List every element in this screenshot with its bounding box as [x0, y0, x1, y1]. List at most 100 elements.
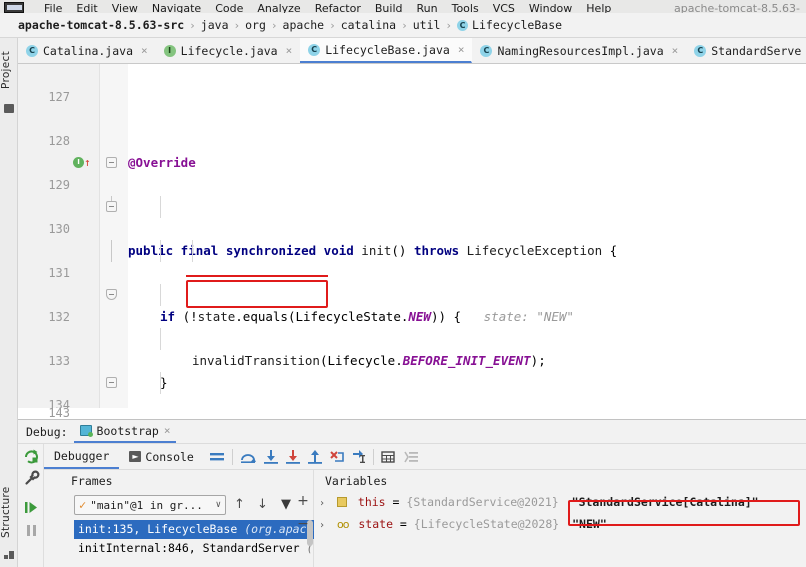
- code-line[interactable]: 128 @Override: [18, 108, 806, 170]
- debug-tab-strip[interactable]: Debugger ► Console: [44, 444, 806, 470]
- frames-panel[interactable]: Frames ✓ "main"@1 in gr... ∨ ↑ ↓ ▼ init:…: [44, 470, 314, 567]
- drop-frame-icon[interactable]: [329, 449, 345, 465]
- menu-item-edit[interactable]: Edit: [76, 2, 97, 13]
- variable-equals: =: [393, 517, 414, 531]
- breadcrumb-item-org[interactable]: org: [245, 18, 266, 32]
- class-icon: C: [694, 44, 707, 57]
- tab-lifecycle-java[interactable]: I Lifecycle.java ×: [156, 38, 301, 63]
- run-to-cursor-icon[interactable]: [351, 449, 367, 465]
- code-content[interactable]: 127 128 @Override 129 I ↑ public final s…: [18, 64, 806, 419]
- menu-item-code[interactable]: Code: [215, 2, 243, 13]
- toolbar-separator: [372, 448, 374, 465]
- menu-bar[interactable]: File Edit View Navigate Code Analyze Ref…: [0, 0, 806, 13]
- settings-gear-icon[interactable]: [23, 470, 40, 487]
- resume-program-icon[interactable]: [23, 499, 40, 516]
- force-step-into-icon[interactable]: [285, 449, 301, 465]
- breadcrumb-separator-icon: ›: [233, 18, 241, 32]
- variable-row-this[interactable]: › this = {StandardService@2021} "Standar…: [319, 492, 759, 512]
- rerun-icon[interactable]: [23, 448, 40, 465]
- remove-watch-button[interactable]: −: [295, 516, 311, 532]
- variable-row-state[interactable]: › oo state = {LifecycleState@2028} "NEW": [319, 514, 607, 534]
- breadcrumb-root[interactable]: apache-tomcat-8.5.63-src: [18, 18, 184, 32]
- left-tool-strip[interactable]: Project Structure: [0, 38, 18, 567]
- code-text[interactable]: invalidTransition(Lifecycle.BEFORE_INIT_…: [192, 350, 546, 372]
- frames-down-arrow-icon[interactable]: ↓: [257, 497, 268, 512]
- menu-item-window[interactable]: Window: [529, 2, 572, 13]
- breadcrumb[interactable]: apache-tomcat-8.5.63-src › java › org › …: [0, 13, 806, 38]
- menu-item-vcs[interactable]: VCS: [493, 2, 515, 13]
- folder-icon[interactable]: [4, 104, 14, 113]
- menu-item-tools[interactable]: Tools: [452, 2, 479, 13]
- frame-item[interactable]: initInternal:846, StandardServer (o: [74, 539, 314, 558]
- code-text[interactable]: if (!state.equals(LifecycleState.NEW)) {…: [160, 306, 574, 328]
- class-icon: C: [457, 19, 469, 31]
- step-into-icon[interactable]: [263, 449, 279, 465]
- fold-marker-icon[interactable]: [106, 201, 117, 212]
- fold-end-marker-icon[interactable]: [106, 289, 117, 300]
- variable-reference: {LifecycleState@2028}: [413, 517, 560, 531]
- chevron-right-icon[interactable]: ›: [319, 520, 325, 531]
- thread-selector[interactable]: ✓ "main"@1 in gr... ∨: [74, 495, 226, 515]
- pause-program-icon[interactable]: [23, 522, 40, 539]
- variable-name: state: [358, 517, 393, 531]
- code-line[interactable]: 127: [18, 64, 806, 104]
- run-configuration-tab[interactable]: Bootstrap ×: [73, 420, 177, 443]
- breadcrumb-item-catalina[interactable]: catalina: [341, 18, 396, 32]
- code-line[interactable]: 134 try {: [18, 372, 806, 412]
- frames-filter-icon[interactable]: ▼: [281, 497, 291, 512]
- close-icon[interactable]: ×: [164, 424, 171, 437]
- close-icon[interactable]: ×: [458, 43, 465, 56]
- code-line[interactable]: 130 if (!state.equals(LifecycleState.NEW…: [18, 196, 806, 324]
- code-line[interactable]: 143: [18, 408, 806, 419]
- chevron-right-icon[interactable]: ›: [319, 498, 325, 509]
- debug-tool-window[interactable]: Debug: Bootstrap × Debugger ► Console Fr…: [18, 419, 806, 567]
- add-watch-button[interactable]: +: [295, 493, 311, 509]
- breadcrumb-item-util[interactable]: util: [413, 18, 441, 32]
- layout-settings-icon[interactable]: [208, 449, 226, 465]
- menu-item-build[interactable]: Build: [375, 2, 403, 13]
- menu-item-view[interactable]: View: [112, 2, 138, 13]
- evaluate-expression-icon[interactable]: [380, 449, 396, 465]
- code-editor[interactable]: 127 128 @Override 129 I ↑ public final s…: [18, 64, 806, 419]
- code-line[interactable]: 131 invalidTransition(Lifecycle.BEFORE_I…: [18, 240, 806, 368]
- step-out-icon[interactable]: [307, 449, 323, 465]
- debug-side-toolbar[interactable]: [18, 444, 44, 567]
- menu-item-analyze[interactable]: Analyze: [257, 2, 300, 13]
- variables-panel[interactable]: Variables › this = {StandardService@2021…: [315, 470, 806, 567]
- line-number: 128: [48, 134, 70, 148]
- tab-catalina-java[interactable]: C Catalina.java ×: [18, 38, 156, 63]
- code-line[interactable]: 132 }: [18, 284, 806, 390]
- menu-item-run[interactable]: Run: [417, 2, 438, 13]
- sidebar-item-structure[interactable]: Structure: [0, 479, 18, 545]
- breadcrumb-item-java[interactable]: java: [201, 18, 229, 32]
- menu-item-file[interactable]: File: [44, 2, 62, 13]
- override-gutter-icon[interactable]: I ↑: [73, 156, 91, 170]
- tab-console[interactable]: ► Console: [119, 444, 203, 469]
- sidebar-item-project[interactable]: Project: [0, 42, 18, 98]
- class-icon: C: [26, 44, 38, 57]
- menu-item-navigate[interactable]: Navigate: [152, 2, 201, 13]
- mute-breakpoints-icon[interactable]: [404, 449, 420, 465]
- code-line[interactable]: 129 I ↑ public final synchronized void i…: [18, 152, 806, 258]
- frame-item-selected[interactable]: init:135, LifecycleBase (org.apache: [74, 520, 314, 539]
- breadcrumb-item-lifecyclebase[interactable]: LifecycleBase: [472, 18, 562, 32]
- tab-standardserver-java[interactable]: C StandardServe: [686, 38, 806, 63]
- fold-marker-icon[interactable]: [106, 157, 117, 168]
- tab-lifecyclebase-java[interactable]: C LifecycleBase.java ×: [300, 38, 473, 63]
- step-over-icon[interactable]: [239, 449, 257, 465]
- breadcrumb-item-apache[interactable]: apache: [283, 18, 325, 32]
- close-icon[interactable]: ×: [141, 44, 148, 57]
- structure-icon[interactable]: [4, 551, 14, 560]
- menu-item-help[interactable]: Help: [586, 2, 611, 13]
- variable-value: "StandardService[Catalina]": [571, 495, 759, 509]
- tab-namingresourcesimpl-java[interactable]: C NamingResourcesImpl.java ×: [472, 38, 686, 63]
- close-icon[interactable]: ×: [672, 44, 679, 57]
- menu-item-refactor[interactable]: Refactor: [315, 2, 361, 13]
- indent-guide: [160, 284, 161, 306]
- frames-up-arrow-icon[interactable]: ↑: [234, 497, 245, 512]
- editor-tab-bar[interactable]: C Catalina.java × I Lifecycle.java × C L…: [18, 38, 806, 64]
- fold-marker-icon[interactable]: [106, 377, 117, 388]
- tab-debugger[interactable]: Debugger: [44, 444, 120, 469]
- code-line[interactable]: 133: [18, 328, 806, 368]
- close-icon[interactable]: ×: [286, 44, 293, 57]
